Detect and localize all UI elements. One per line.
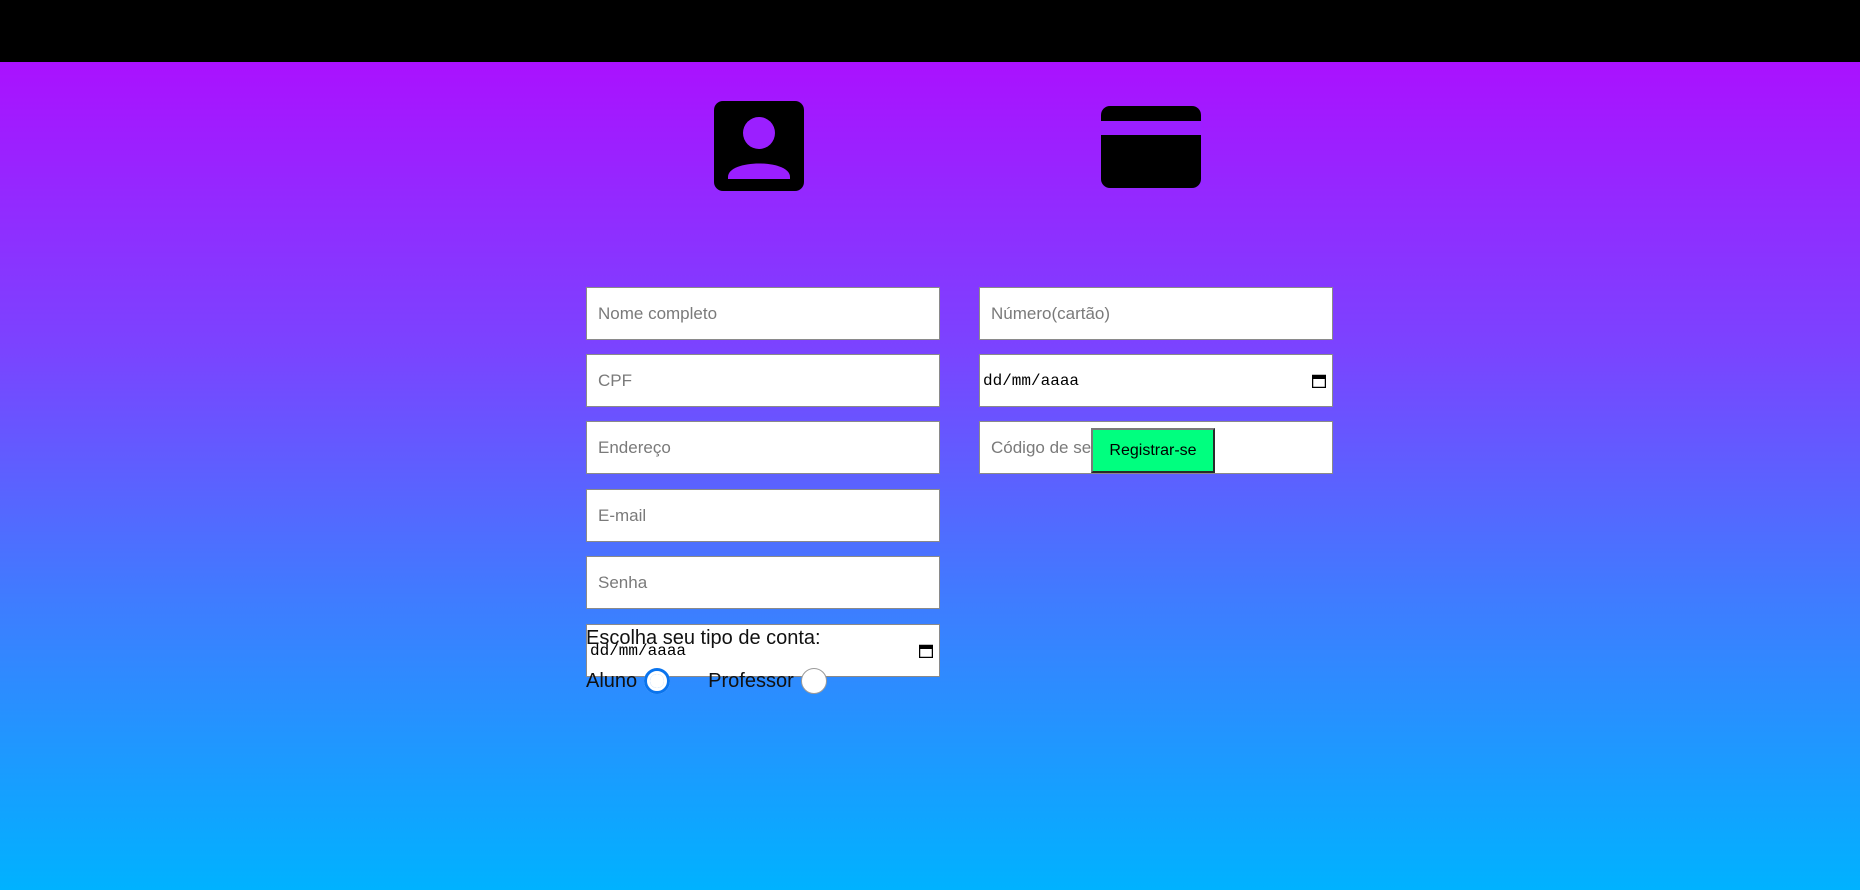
- card-number-input[interactable]: [979, 287, 1333, 340]
- email-input[interactable]: [586, 489, 940, 542]
- top-bar: [0, 0, 1860, 62]
- full-name-input[interactable]: [586, 287, 940, 340]
- registration-page: [0, 62, 1860, 890]
- card-expiry-input[interactable]: dd/mm/aaaa: [979, 354, 1333, 407]
- cpf-input[interactable]: [586, 354, 940, 407]
- calendar-icon[interactable]: [917, 642, 935, 660]
- register-button[interactable]: Registrar-se: [1091, 428, 1215, 473]
- account-type-radio-group: Aluno Professor: [586, 668, 827, 694]
- card-expiry-placeholder: dd/mm/aaaa: [983, 371, 1080, 390]
- radio-label-aluno: Aluno: [586, 669, 638, 692]
- radio-aluno[interactable]: [644, 668, 671, 694]
- credit-card-icon: [1101, 106, 1201, 188]
- radio-label-professor: Professor: [708, 669, 794, 692]
- calendar-icon[interactable]: [1310, 372, 1328, 390]
- account-type-label: Escolha seu tipo de conta:: [586, 627, 821, 649]
- account-box-icon: [714, 101, 804, 191]
- password-input[interactable]: [586, 556, 940, 609]
- address-input[interactable]: [586, 421, 940, 474]
- radio-professor[interactable]: [800, 668, 827, 694]
